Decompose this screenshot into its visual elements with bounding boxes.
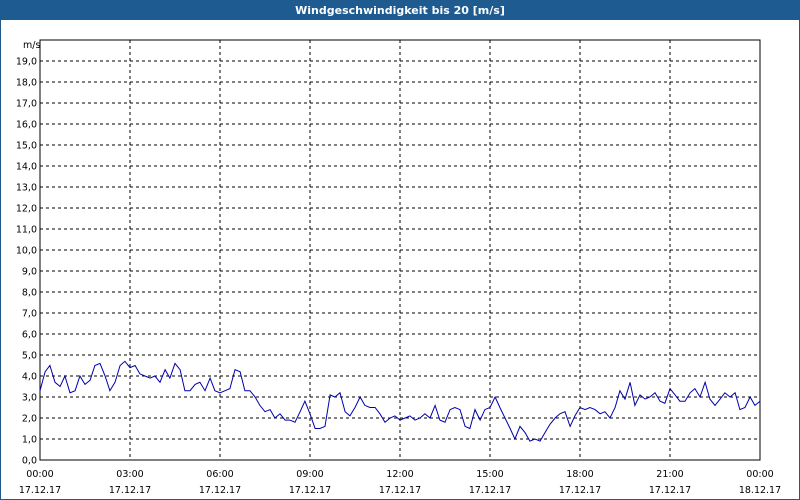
x-tick-time-label: 00:00 <box>26 469 53 480</box>
x-tick-time-label: 21:00 <box>656 469 683 480</box>
x-tick-date-label: 17.12.17 <box>649 485 691 496</box>
x-tick-date-label: 17.12.17 <box>199 485 241 496</box>
y-axis-unit-label: m/s <box>23 40 40 51</box>
y-tick-label: 19,0 <box>16 57 37 68</box>
x-tick-date-label: 17.12.17 <box>379 485 421 496</box>
x-tick-date-label: 17.12.17 <box>109 485 151 496</box>
y-tick-label: 4,0 <box>22 372 37 383</box>
y-tick-label: 7,0 <box>22 309 37 320</box>
x-tick-date-label: 17.12.17 <box>19 485 61 496</box>
y-tick-label: 11,0 <box>16 225 37 236</box>
y-tick-label: 8,0 <box>22 288 37 299</box>
wind-speed-chart: m/s 0,0 1,0 2,0 3,0 4,0 5,0 6,0 7,0 8,0 9,0 10,0 11… <box>16 39 781 496</box>
y-tick-label: 12,0 <box>16 204 37 215</box>
x-tick-date-label: 17.12.17 <box>469 485 511 496</box>
y-tick-label: 13,0 <box>16 183 37 194</box>
x-tick-time-label: 12:00 <box>386 469 413 480</box>
y-tick-label: 17,0 <box>16 99 37 110</box>
grid-lines <box>40 40 760 460</box>
y-tick-label: 5,0 <box>22 351 37 362</box>
y-tick-label: 1,0 <box>22 435 37 446</box>
x-tick-time-label: 06:00 <box>206 469 233 480</box>
x-tick-time-label: 03:00 <box>116 469 143 480</box>
x-tick-time-label: 00:00 <box>746 469 773 480</box>
x-tick-date-label: 17.12.17 <box>289 485 331 496</box>
y-tick-label: 16,0 <box>16 120 37 131</box>
y-axis-ticks: 0,0 1,0 2,0 3,0 4,0 5,0 6,0 7,0 8,0 9,0 10,0 11,0 12… <box>16 57 37 467</box>
y-tick-label: 0,0 <box>22 456 37 467</box>
x-tick-date-label: 18.12.17 <box>739 485 781 496</box>
x-axis-ticks: 00:00 17.12.17 03:00 17.12.17 06:00 17.12.17 0… <box>19 469 781 496</box>
x-tick-time-label: 09:00 <box>296 469 323 480</box>
y-tick-label: 6,0 <box>22 330 37 341</box>
y-tick-label: 2,0 <box>22 414 37 425</box>
y-tick-label: 18,0 <box>16 78 37 89</box>
y-tick-label: 3,0 <box>22 393 37 404</box>
y-tick-label: 14,0 <box>16 162 37 173</box>
y-tick-label: 9,0 <box>22 267 37 278</box>
y-tick-label: 15,0 <box>16 141 37 152</box>
x-tick-time-label: 18:00 <box>566 469 593 480</box>
x-tick-date-label: 17.12.17 <box>559 485 601 496</box>
y-tick-label: 10,0 <box>16 246 37 257</box>
x-tick-time-label: 15:00 <box>476 469 503 480</box>
